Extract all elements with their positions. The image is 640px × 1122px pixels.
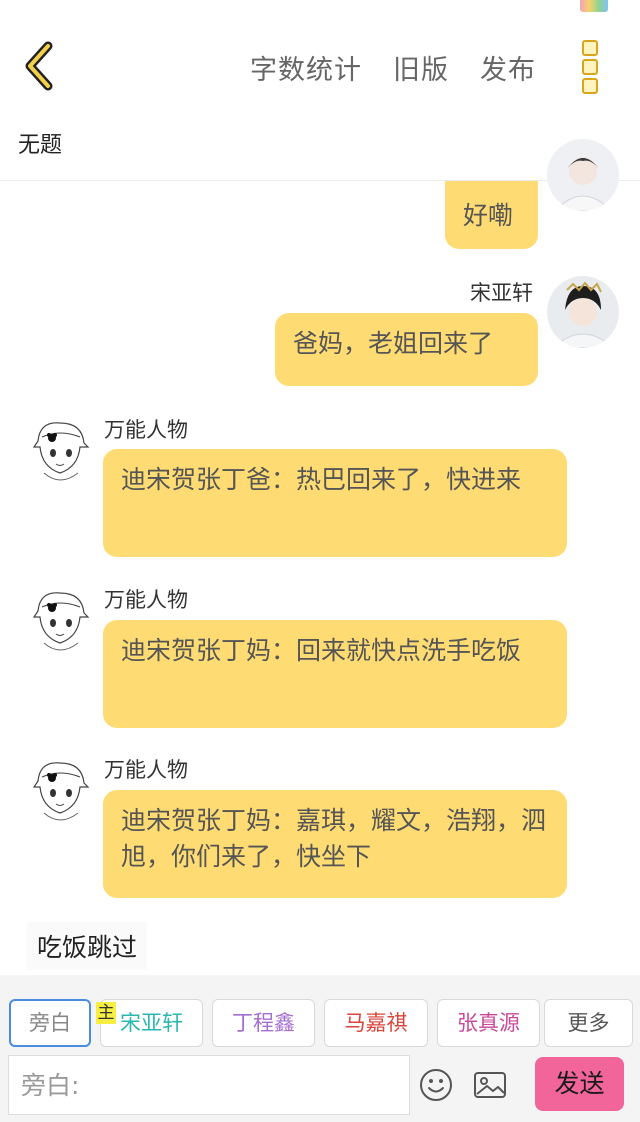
avatar[interactable]: [30, 587, 92, 661]
more-menu-button[interactable]: [575, 40, 605, 96]
status-corner-badge: [580, 0, 608, 12]
more-roles-button[interactable]: 更多: [544, 999, 633, 1047]
message-bubble[interactable]: 爸妈，老姐回来了: [275, 313, 538, 386]
speaker-name: 万能人物: [104, 758, 188, 782]
message-bubble[interactable]: 迪宋贺张丁爸：热巴回来了，快进来: [103, 449, 567, 557]
speaker-name: 宋亚轩: [470, 281, 533, 305]
back-button[interactable]: [18, 40, 62, 92]
image-button[interactable]: [473, 1070, 507, 1100]
emoji-button[interactable]: [419, 1068, 453, 1102]
message-input[interactable]: [9, 1056, 409, 1114]
header-divider: [0, 180, 640, 181]
chevron-left-icon: [25, 41, 53, 91]
avatar[interactable]: [30, 757, 92, 831]
narration-text[interactable]: 吃饭跳过: [27, 922, 148, 970]
main-role-tag: 主: [96, 1002, 116, 1024]
speaker-name: 万能人物: [104, 588, 188, 612]
send-button[interactable]: 发送: [535, 1057, 624, 1111]
message-bubble[interactable]: 好嘞: [445, 181, 538, 249]
message-input-field[interactable]: [8, 1055, 410, 1115]
speaker-name: 万能人物: [104, 418, 188, 442]
avatar[interactable]: [547, 139, 619, 211]
word-count-link[interactable]: 字数统计: [250, 48, 362, 87]
message-bubble[interactable]: 迪宋贺张丁妈：嘉琪，耀文，浩翔，泗旭，你们来了，快坐下: [103, 790, 567, 898]
publish-link[interactable]: 发布: [480, 48, 536, 87]
role-chip-ma-jiaqi[interactable]: 马嘉祺: [324, 999, 428, 1047]
role-chip-narrator[interactable]: 旁白: [9, 999, 91, 1047]
smiley-icon: [420, 1069, 452, 1101]
message-bubble[interactable]: 迪宋贺张丁妈：回来就快点洗手吃饭: [103, 620, 567, 728]
avatar[interactable]: [30, 417, 92, 491]
page-title: 无题: [18, 133, 63, 158]
avatar[interactable]: [547, 276, 619, 348]
role-chip-ding-chengxin[interactable]: 丁程鑫: [212, 999, 315, 1047]
role-chip-zhang-zhenyuan[interactable]: 张真源: [437, 999, 540, 1047]
image-icon: [474, 1072, 506, 1098]
old-version-link[interactable]: 旧版: [393, 48, 449, 87]
vertical-dots-icon: [575, 40, 605, 94]
